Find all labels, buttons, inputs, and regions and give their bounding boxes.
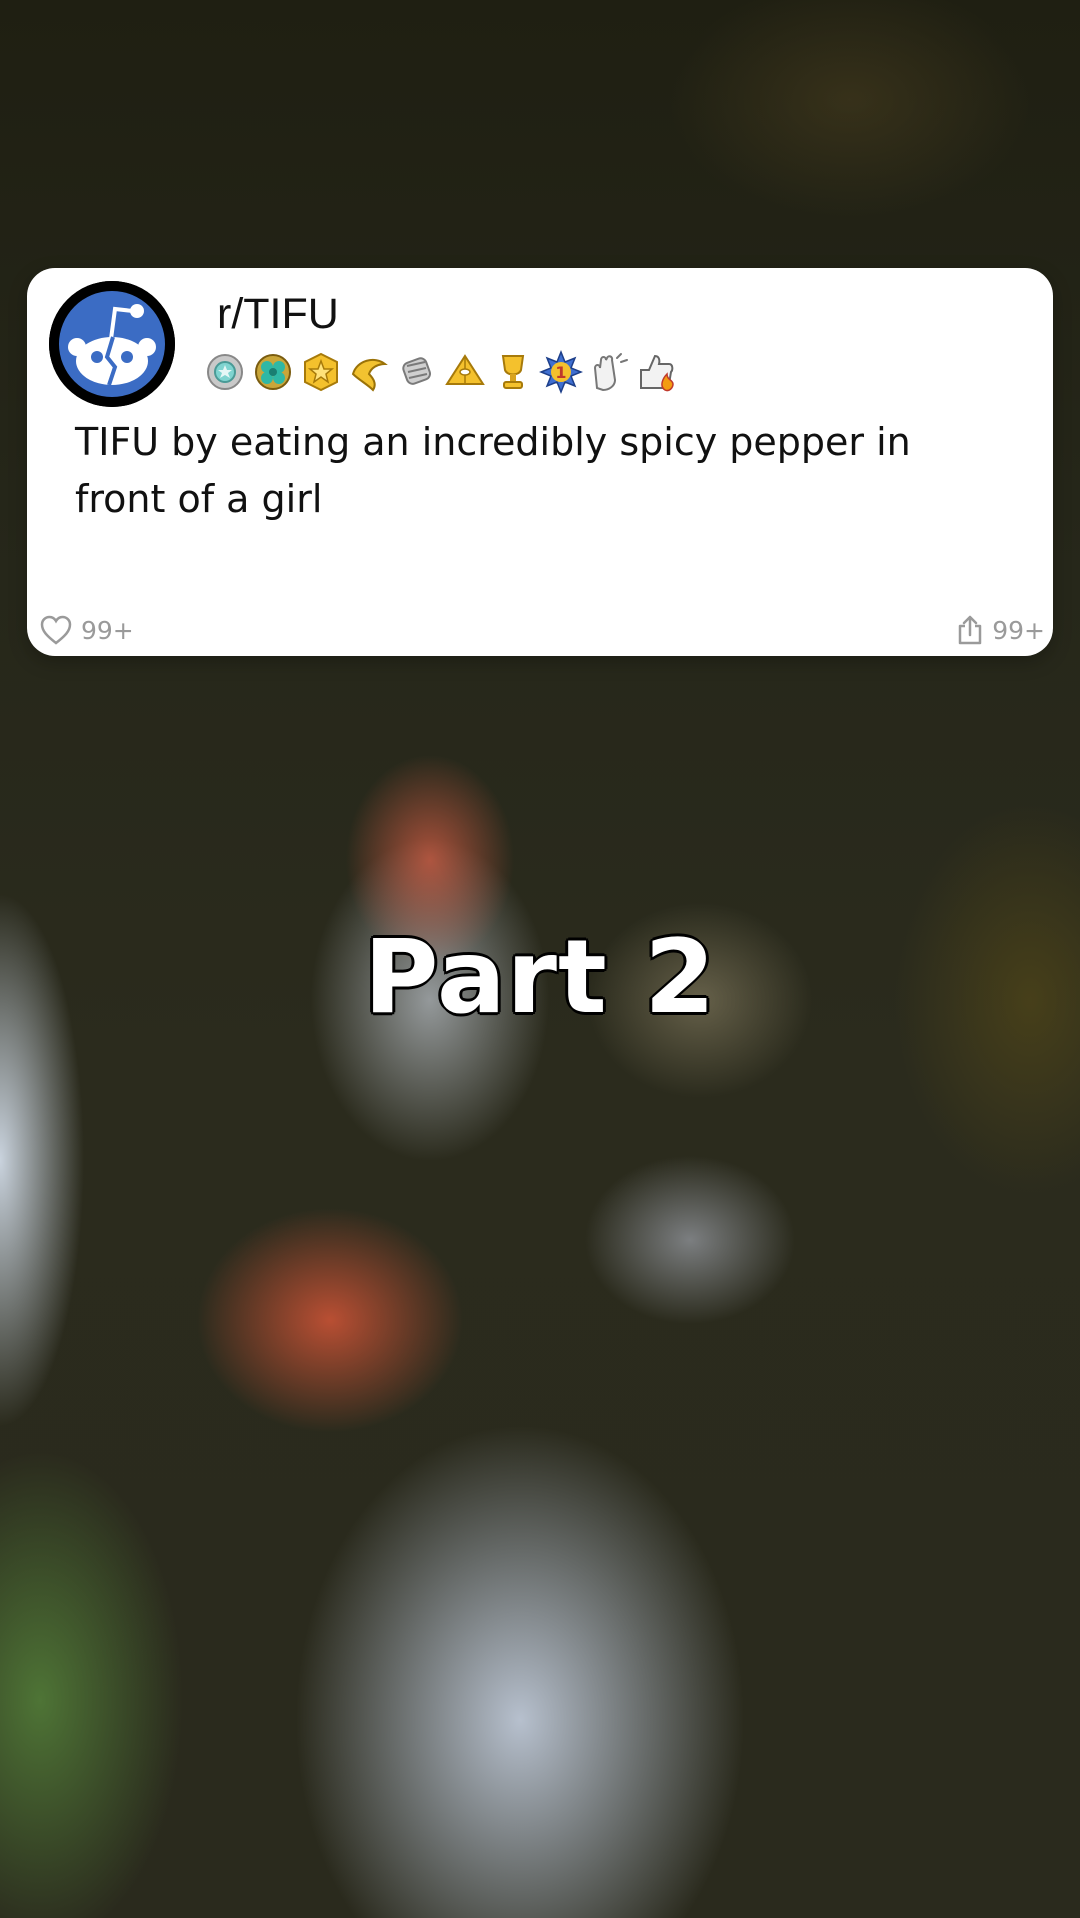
svg-text:1: 1 xyxy=(555,363,566,382)
reddit-post-card[interactable]: r/TIFU 1 TIFU by eating an incredibly sp… xyxy=(27,268,1053,656)
gold-hand-award-icon xyxy=(351,358,388,392)
post-title[interactable]: TIFU by eating an incredibly spicy peppe… xyxy=(75,414,1005,528)
silver-medal-icon xyxy=(207,354,243,390)
share-button[interactable]: 99+ xyxy=(956,614,1045,646)
gold-pyramid-award-icon xyxy=(445,354,485,385)
share-count: 99+ xyxy=(992,615,1045,645)
clapping-hands-award-icon xyxy=(593,353,628,392)
subreddit-name[interactable]: r/TIFU xyxy=(217,290,339,339)
share-icon xyxy=(958,615,982,645)
part-number-caption: Part 2 xyxy=(362,916,717,1039)
number-one-burst-award-icon: 1 xyxy=(539,350,583,394)
like-count: 99+ xyxy=(81,615,134,645)
gold-trophy-award-icon xyxy=(501,355,525,389)
green-clover-award-icon xyxy=(255,354,291,390)
subreddit-avatar xyxy=(49,281,175,407)
heart-icon xyxy=(40,615,72,645)
gold-star-badge-icon xyxy=(304,352,338,392)
like-button[interactable]: 99+ xyxy=(39,614,134,646)
silver-fist-award-icon xyxy=(402,357,432,385)
thumbs-up-fire-award-icon xyxy=(640,354,674,392)
reddit-logo-icon xyxy=(49,281,175,407)
awards-row: 1 xyxy=(203,350,679,394)
